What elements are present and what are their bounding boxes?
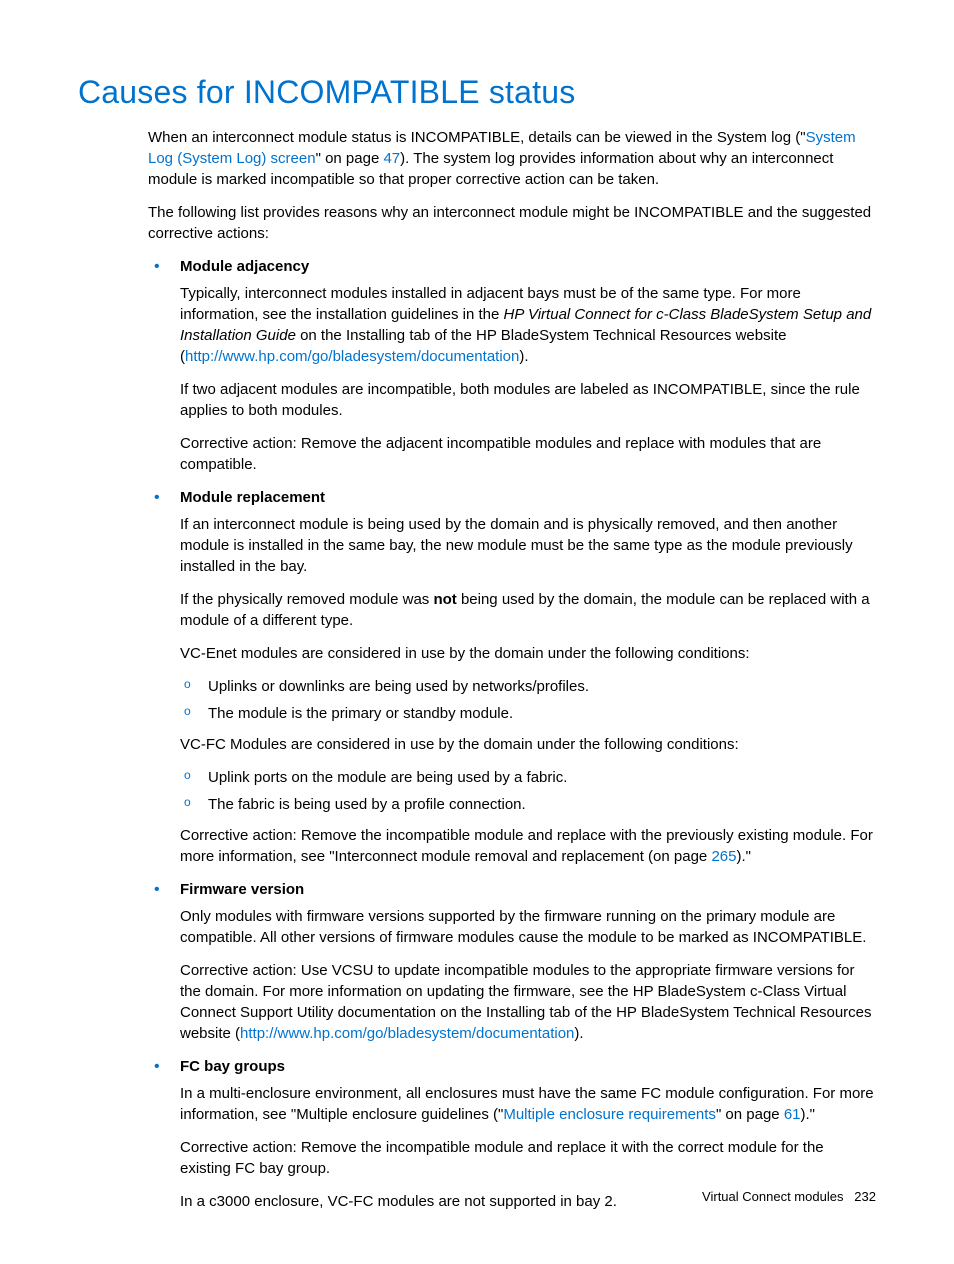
text: ). — [574, 1025, 583, 1042]
paragraph: If two adjacent modules are incompatible… — [180, 379, 876, 421]
sub-list-item: The module is the primary or standby mod… — [180, 703, 876, 724]
text: ). — [519, 348, 528, 365]
text: )." — [801, 1106, 816, 1123]
page-footer: Virtual Connect modules 232 — [702, 1188, 876, 1206]
text: If the physically removed module was — [180, 591, 433, 608]
text: Corrective action: Remove the incompatib… — [180, 827, 873, 865]
paragraph: Typically, interconnect modules installe… — [180, 283, 876, 367]
text: " on page — [316, 150, 384, 167]
paragraph: VC-FC Modules are considered in use by t… — [180, 734, 876, 755]
text: " on page — [716, 1106, 784, 1123]
sub-list: Uplinks or downlinks are being used by n… — [180, 676, 876, 724]
page-ref-link[interactable]: 47 — [383, 150, 400, 167]
item-title: Module replacement — [180, 487, 876, 508]
text: When an interconnect module status is IN… — [148, 129, 806, 146]
paragraph: If the physically removed module was not… — [180, 589, 876, 631]
item-title: Module adjacency — [180, 256, 876, 277]
corrective-action: Corrective action: Remove the adjacent i… — [180, 433, 876, 475]
bold-text: not — [433, 591, 456, 608]
sub-list: Uplink ports on the module are being use… — [180, 767, 876, 815]
list-item-module-replacement: Module replacement If an interconnect mo… — [148, 487, 876, 867]
intro-paragraph-2: The following list provides reasons why … — [148, 202, 876, 244]
intro-paragraph-1: When an interconnect module status is IN… — [148, 127, 876, 190]
sub-list-item: Uplinks or downlinks are being used by n… — [180, 676, 876, 697]
document-page: Causes for INCOMPATIBLE status When an i… — [0, 0, 954, 1264]
paragraph: VC-Enet modules are considered in use by… — [180, 643, 876, 664]
item-title: Firmware version — [180, 879, 876, 900]
corrective-action: Corrective action: Remove the incompatib… — [180, 825, 876, 867]
body-content: When an interconnect module status is IN… — [148, 127, 876, 1212]
hp-documentation-link[interactable]: http://www.hp.com/go/bladesystem/documen… — [185, 348, 519, 365]
sub-list-item: The fabric is being used by a profile co… — [180, 794, 876, 815]
paragraph: Only modules with firmware versions supp… — [180, 906, 876, 948]
page-ref-link[interactable]: 61 — [784, 1106, 801, 1123]
paragraph: In a multi-enclosure environment, all en… — [180, 1083, 876, 1125]
hp-documentation-link[interactable]: http://www.hp.com/go/bladesystem/documen… — [240, 1025, 574, 1042]
causes-list: Module adjacency Typically, interconnect… — [148, 256, 876, 1212]
footer-page-number: 232 — [854, 1189, 876, 1204]
footer-section: Virtual Connect modules — [702, 1189, 843, 1204]
page-heading: Causes for INCOMPATIBLE status — [78, 70, 876, 115]
item-title: FC bay groups — [180, 1056, 876, 1077]
sub-list-item: Uplink ports on the module are being use… — [180, 767, 876, 788]
text: )." — [736, 848, 751, 865]
corrective-action: Corrective action: Remove the incompatib… — [180, 1137, 876, 1179]
page-ref-link[interactable]: 265 — [711, 848, 736, 865]
multiple-enclosure-link[interactable]: Multiple enclosure requirements — [503, 1106, 716, 1123]
list-item-module-adjacency: Module adjacency Typically, interconnect… — [148, 256, 876, 475]
list-item-firmware-version: Firmware version Only modules with firmw… — [148, 879, 876, 1044]
paragraph: If an interconnect module is being used … — [180, 514, 876, 577]
corrective-action: Corrective action: Use VCSU to update in… — [180, 960, 876, 1044]
